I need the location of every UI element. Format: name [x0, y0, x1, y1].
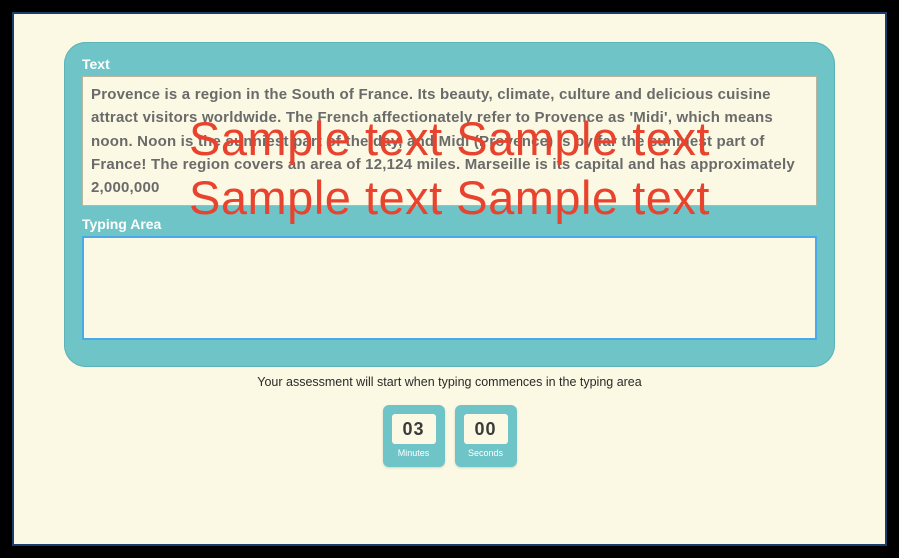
- app-frame: Text Provence is a region in the South o…: [12, 12, 887, 546]
- timer-minutes-box: 03 Minutes: [383, 405, 445, 467]
- timer-minutes-value: 03: [392, 414, 436, 444]
- timer-seconds-box: 00 Seconds: [455, 405, 517, 467]
- timer-seconds-label: Seconds: [468, 448, 503, 458]
- typing-section-label: Typing Area: [82, 216, 817, 232]
- timer-row: 03 Minutes 00 Seconds: [64, 405, 835, 467]
- typing-input[interactable]: [82, 236, 817, 340]
- timer-minutes-label: Minutes: [398, 448, 430, 458]
- sample-text-box: Provence is a region in the South of Fra…: [82, 76, 817, 206]
- timer-seconds-value: 00: [464, 414, 508, 444]
- typing-panel: Text Provence is a region in the South o…: [64, 42, 835, 367]
- instruction-text: Your assessment will start when typing c…: [64, 375, 835, 389]
- text-section-label: Text: [82, 56, 817, 72]
